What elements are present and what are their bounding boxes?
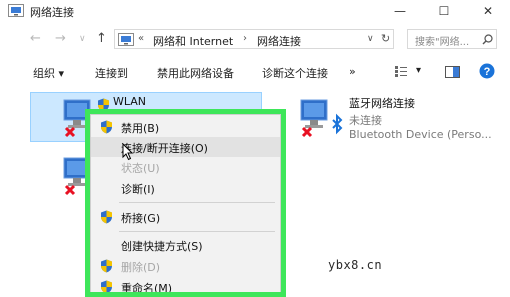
close-button[interactable]: ✕ xyxy=(466,0,510,22)
more-commands-button[interactable]: » xyxy=(349,65,356,78)
maximize-button[interactable]: ☐ xyxy=(422,0,466,22)
breadcrumb-network-internet[interactable]: 网络和 Internet xyxy=(153,33,233,49)
recent-locations-button[interactable]: ∨ xyxy=(79,34,86,44)
refresh-button[interactable]: ↻ xyxy=(381,32,390,45)
help-icon[interactable]: ? xyxy=(479,63,495,79)
search-placeholder: 搜索"网络... xyxy=(415,37,470,48)
bluetooth-device-name: Bluetooth Device (Perso... xyxy=(349,128,492,141)
breadcrumb-network-connections[interactable]: 网络连接 xyxy=(257,33,301,49)
change-view-icon[interactable] xyxy=(394,65,408,78)
breadcrumb-overflow[interactable]: « xyxy=(138,33,144,44)
search-icon xyxy=(482,34,493,45)
highlight-frame xyxy=(85,109,286,297)
breadcrumb-separator[interactable]: › xyxy=(243,33,247,44)
address-bar[interactable]: « 网络和 Internet › 网络连接 ∨ ↻ xyxy=(114,29,394,49)
command-bar: 组织 ▾ 连接到 禁用此网络设备 诊断这个连接 » ▾ ? xyxy=(0,58,510,84)
network-folder-icon xyxy=(8,4,24,17)
back-button[interactable]: ← xyxy=(30,31,41,46)
address-dropdown-button[interactable]: ∨ xyxy=(367,34,374,44)
bluetooth-connection-name: 蓝牙网络连接 xyxy=(349,97,415,110)
search-input[interactable]: 搜索"网络... xyxy=(407,29,497,49)
organize-menu[interactable]: 组织 ▾ xyxy=(33,65,64,81)
watermark: ybx8.cn xyxy=(328,258,383,272)
disable-device-button[interactable]: 禁用此网络设备 xyxy=(157,65,234,81)
wlan-name: WLAN xyxy=(113,95,147,108)
view-options-dropdown[interactable]: ▾ xyxy=(416,65,421,76)
diagnose-connection-button[interactable]: 诊断这个连接 xyxy=(262,65,328,81)
up-button[interactable]: ↑ xyxy=(96,31,107,46)
bluetooth-adapter-icon[interactable] xyxy=(297,96,347,142)
window-title: 网络连接 xyxy=(30,6,74,19)
mouse-pointer-icon xyxy=(122,143,134,161)
minimize-button[interactable]: — xyxy=(378,0,422,22)
bluetooth-connection-status: 未连接 xyxy=(349,114,382,127)
forward-button[interactable]: → xyxy=(55,31,66,46)
preview-pane-icon[interactable] xyxy=(445,66,460,78)
connect-to-button[interactable]: 连接到 xyxy=(95,65,128,81)
svg-text:?: ? xyxy=(484,66,491,78)
network-folder-icon xyxy=(118,33,134,46)
title-bar: 网络连接 — ☐ ✕ xyxy=(0,0,510,22)
